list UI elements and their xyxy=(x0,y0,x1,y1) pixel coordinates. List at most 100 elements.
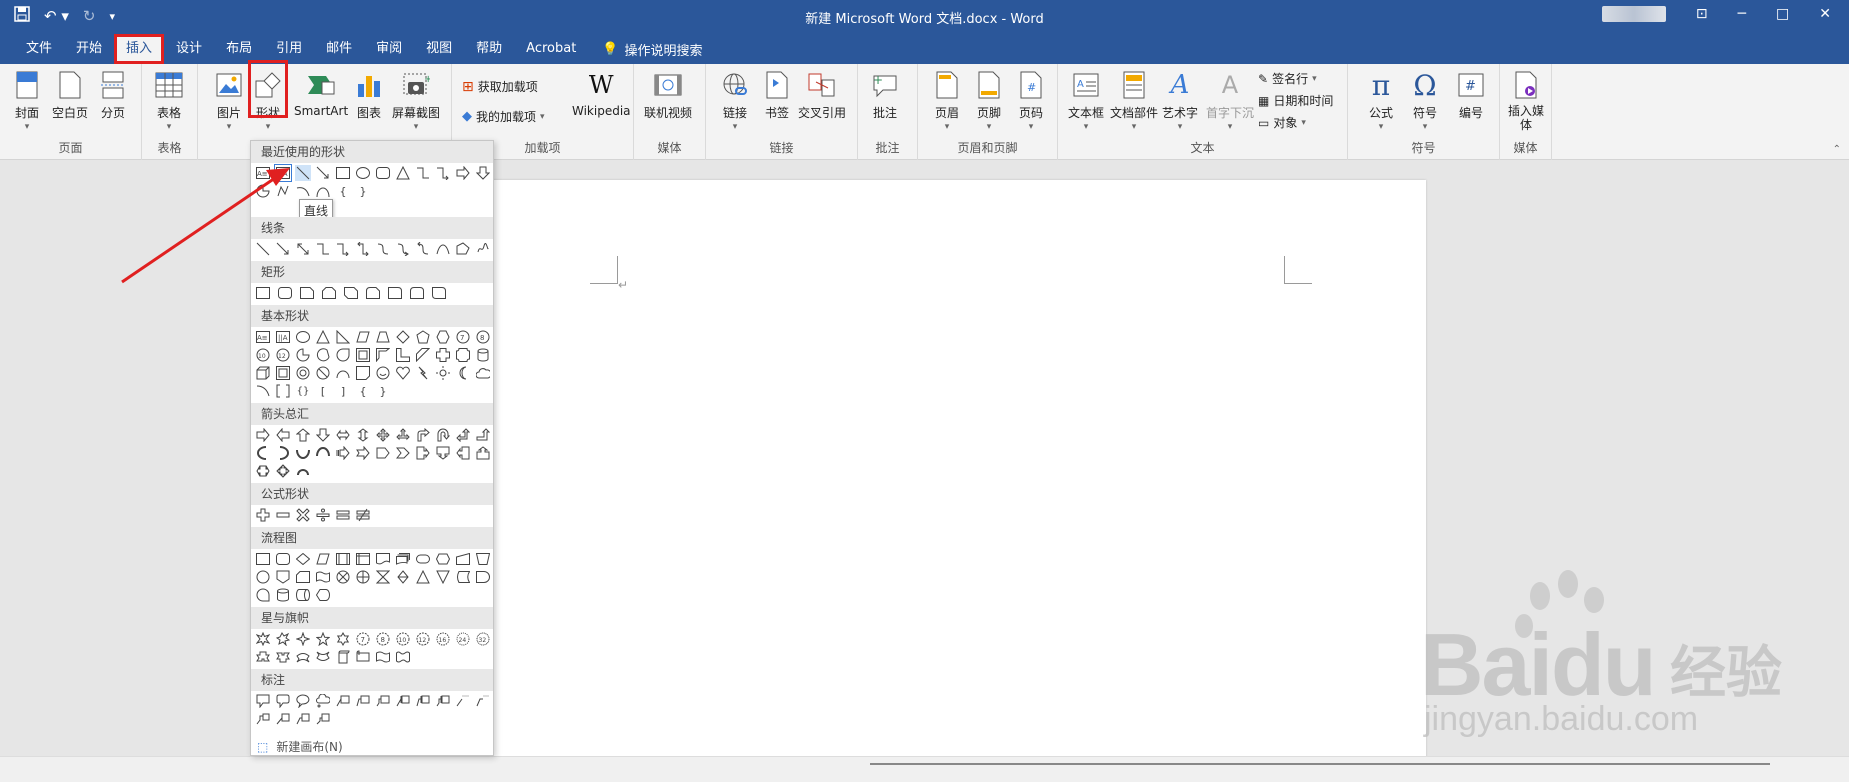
online-video-button[interactable]: 联机视频 xyxy=(644,70,692,121)
quad-arrow-callout-shape[interactable] xyxy=(275,463,291,479)
my-addins-button[interactable]: ◆ 我的加载项 ▾ xyxy=(462,108,545,125)
right-brace-shape[interactable]: } xyxy=(355,183,371,199)
left-right-arrow-callout-shape[interactable] xyxy=(255,463,271,479)
line-callout-2-no-border-shape[interactable] xyxy=(475,693,491,709)
equation-button[interactable]: π 公式 ▾ xyxy=(1366,69,1396,133)
star-16-point-shape[interactable]: 16 xyxy=(435,631,451,647)
flowchart-document-shape[interactable] xyxy=(375,551,391,567)
picture-button[interactable]: 图片 ▾ xyxy=(214,70,244,132)
table-button[interactable]: 表格 ▾ xyxy=(154,70,184,132)
zoom-slider[interactable] xyxy=(870,763,1770,765)
tab-mailings[interactable]: 邮件 xyxy=(314,34,364,64)
double-wave-shape[interactable] xyxy=(395,649,411,665)
decagon-shape[interactable]: 10 xyxy=(255,347,271,363)
not-equal-shape[interactable] xyxy=(355,507,371,523)
pie-shape[interactable] xyxy=(295,347,311,363)
line-callout-1-border-accent-shape[interactable] xyxy=(275,711,291,727)
flowchart-data-shape[interactable] xyxy=(315,551,331,567)
chord-shape[interactable] xyxy=(315,347,331,363)
line-callout-3-accent-shape[interactable] xyxy=(435,693,451,709)
star-6-point-shape[interactable] xyxy=(335,631,351,647)
header-button[interactable]: 页眉 ▾ xyxy=(932,70,962,132)
horizontal-scroll-shape[interactable] xyxy=(355,649,371,665)
wordart-button[interactable]: A 艺术字 ▾ xyxy=(1162,70,1198,132)
tab-view[interactable]: 视图 xyxy=(414,34,464,64)
half-frame-shape[interactable] xyxy=(375,347,391,363)
up-down-arrow-shape[interactable] xyxy=(355,427,371,443)
screenshot-button[interactable]: + 屏幕截图 ▾ xyxy=(392,70,440,132)
flowchart-punched-tape-shape[interactable] xyxy=(315,569,331,585)
flowchart-alternate-process-shape[interactable] xyxy=(275,551,291,567)
striped-right-arrow-shape[interactable] xyxy=(335,445,351,461)
flowchart-connector-shape[interactable] xyxy=(255,569,271,585)
snip-same-side-rectangle-shape[interactable] xyxy=(321,285,337,301)
rectangular-callout-shape[interactable] xyxy=(255,693,271,709)
l-shape[interactable] xyxy=(395,347,411,363)
down-arrow-shape[interactable] xyxy=(475,165,491,181)
drop-cap-button[interactable]: A 首字下沉 ▾ xyxy=(1206,70,1254,132)
bent-up-arrow-shape[interactable] xyxy=(475,427,491,443)
flowchart-display-shape[interactable] xyxy=(315,587,331,603)
right-bracket-shape[interactable]: ] xyxy=(335,383,351,399)
flowchart-offpage-connector-shape[interactable] xyxy=(275,569,291,585)
flowchart-card-shape[interactable] xyxy=(295,569,311,585)
tab-design[interactable]: 设计 xyxy=(164,34,214,64)
quad-arrow-shape[interactable] xyxy=(375,427,391,443)
smiley-face-shape[interactable] xyxy=(375,365,391,381)
left-brace-shape[interactable]: { xyxy=(335,183,351,199)
double-arrow-line-shape[interactable] xyxy=(295,241,311,257)
bookmark-button[interactable]: 书签 xyxy=(762,70,792,121)
star-32-point-shape[interactable]: 32 xyxy=(475,631,491,647)
arc-shape[interactable] xyxy=(255,383,271,399)
curved-connector-shape[interactable] xyxy=(375,241,391,257)
flowchart-manual-input-shape[interactable] xyxy=(455,551,471,567)
plus-shape[interactable] xyxy=(255,507,271,523)
donut-shape[interactable] xyxy=(295,365,311,381)
snip-diagonal-rectangle-shape[interactable] xyxy=(343,285,359,301)
line-callout-2-accent-shape[interactable] xyxy=(415,693,431,709)
vertical-textbox-shape[interactable]: ||A xyxy=(274,164,292,182)
double-bracket-shape[interactable] xyxy=(275,383,291,399)
can-shape[interactable] xyxy=(475,347,491,363)
page-break-button[interactable]: 分页 xyxy=(98,70,128,121)
curved-right-arrow-shape[interactable] xyxy=(255,445,271,461)
plaque-shape[interactable] xyxy=(455,347,471,363)
heart-shape[interactable] xyxy=(395,365,411,381)
u-turn-arrow-shape[interactable] xyxy=(435,427,451,443)
rounded-rectangle-shape[interactable] xyxy=(277,285,293,301)
line-callout-2-border-accent-shape[interactable] xyxy=(295,711,311,727)
tab-help[interactable]: 帮助 xyxy=(464,34,514,64)
cloud-callout-shape[interactable] xyxy=(315,693,331,709)
left-arrow-callout-shape[interactable] xyxy=(455,445,471,461)
arrow-line-shape[interactable] xyxy=(315,165,331,181)
flowchart-multidocument-shape[interactable] xyxy=(395,551,411,567)
left-right-up-arrow-shape[interactable] xyxy=(395,427,411,443)
triangle-shape[interactable] xyxy=(395,165,411,181)
blank-page-button[interactable]: 空白页 xyxy=(52,70,88,121)
close-button[interactable]: ✕ xyxy=(1819,6,1831,22)
flowchart-sort-shape[interactable] xyxy=(395,569,411,585)
trapezoid-shape[interactable] xyxy=(375,329,391,345)
flowchart-magnetic-disk-shape[interactable] xyxy=(275,587,291,603)
round-same-side-rectangle-shape[interactable] xyxy=(409,285,425,301)
elbow-arrow-shape[interactable] xyxy=(335,241,351,257)
star-4-point-shape[interactable] xyxy=(295,631,311,647)
tell-me-search[interactable]: 💡 操作说明搜索 xyxy=(588,40,702,59)
snip-round-rectangle-shape[interactable] xyxy=(365,285,381,301)
right-arrow-shape[interactable] xyxy=(455,165,471,181)
footer-button[interactable]: 页脚 ▾ xyxy=(974,70,1004,132)
curved-left-arrow-shape[interactable] xyxy=(275,445,291,461)
flowchart-direct-access-storage-shape[interactable] xyxy=(295,587,311,603)
sun-shape[interactable] xyxy=(435,365,451,381)
line-callout-2-shape[interactable] xyxy=(355,693,371,709)
diamond-shape[interactable] xyxy=(395,329,411,345)
ribbon-down-shape[interactable] xyxy=(275,649,291,665)
teardrop-shape[interactable] xyxy=(335,347,351,363)
ribbon-up-shape[interactable] xyxy=(255,649,271,665)
flowchart-extract-shape[interactable] xyxy=(415,569,431,585)
curved-double-arrow-shape[interactable] xyxy=(415,241,431,257)
right-arrow-shape[interactable] xyxy=(255,427,271,443)
collapse-ribbon-icon[interactable]: ⌃ xyxy=(1833,144,1841,155)
flowchart-terminator-shape[interactable] xyxy=(415,551,431,567)
flowchart-preparation-shape[interactable] xyxy=(435,551,451,567)
